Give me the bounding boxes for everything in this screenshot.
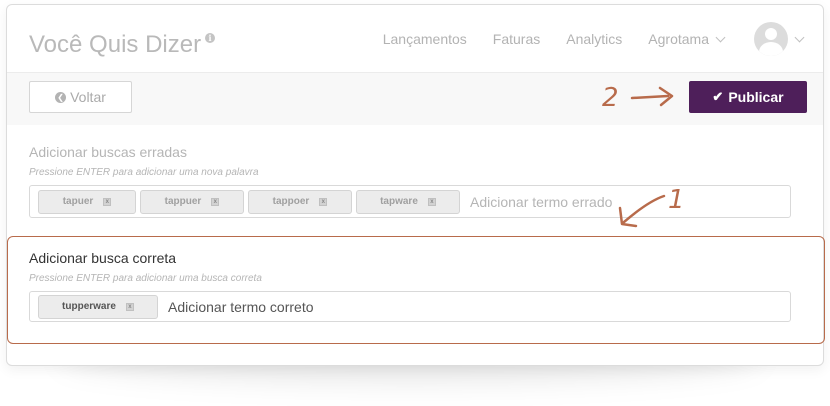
publish-button-label: Publicar: [728, 89, 784, 105]
remove-tag-icon[interactable]: x: [427, 197, 436, 206]
top-navbar: Você Quis Dizer i Lançamentos Faturas An…: [7, 5, 823, 73]
publish-button[interactable]: ✔ Publicar: [689, 81, 807, 113]
annotation-step-one: 1: [668, 185, 685, 215]
tag-label: tappoer: [272, 196, 310, 207]
nav-menu: Lançamentos Faturas Analytics Agrotama: [357, 5, 805, 73]
back-button[interactable]: ❮ Voltar: [29, 81, 132, 113]
info-icon[interactable]: i: [205, 33, 216, 43]
nav-item-faturas[interactable]: Faturas: [493, 31, 540, 47]
remove-tag-icon[interactable]: x: [211, 197, 220, 206]
account-name: Agrotama: [648, 31, 709, 47]
avatar-body: [759, 42, 783, 56]
avatar-head: [765, 28, 777, 40]
avatar: [754, 22, 788, 56]
tag-wrong-term: tappuer x: [140, 189, 244, 214]
tag-label: tapware: [380, 196, 418, 207]
annotation-arrow-two: 2: [602, 83, 674, 113]
tag-wrong-term: tapware x: [356, 189, 460, 214]
annotation-highlight-box: [7, 236, 825, 344]
back-button-label: Voltar: [70, 89, 106, 105]
chevron-down-icon: [715, 32, 726, 42]
page-title: Você Quis Dizer i: [29, 31, 216, 59]
page-title-text: Você Quis Dizer: [29, 31, 202, 58]
annotation-step-two: 2: [602, 83, 619, 113]
wrong-section-label: Adicionar buscas erradas: [29, 144, 187, 160]
wrong-section-hint: Pressione ENTER para adicionar uma nova …: [29, 167, 259, 178]
tag-label: tapuer: [62, 196, 94, 207]
check-icon: ✔: [712, 89, 724, 104]
tag-label: tappuer: [164, 196, 202, 207]
chevron-down-icon: [794, 32, 805, 42]
action-toolbar: ❮ Voltar ✔ Publicar: [7, 73, 823, 125]
tag-wrong-term: tappoer x: [248, 189, 352, 214]
nav-item-analytics[interactable]: Analytics: [566, 31, 622, 47]
annotation-arrow-one: 1: [618, 185, 685, 228]
account-dropdown[interactable]: Agrotama: [648, 31, 726, 47]
tag-wrong-term: tapuer x: [38, 189, 136, 214]
remove-tag-icon[interactable]: x: [103, 197, 112, 206]
user-menu[interactable]: [754, 22, 805, 56]
remove-tag-icon[interactable]: x: [319, 197, 328, 206]
chevron-left-circle-icon: ❮: [55, 91, 67, 103]
nav-item-lancamentos[interactable]: Lançamentos: [383, 31, 467, 47]
